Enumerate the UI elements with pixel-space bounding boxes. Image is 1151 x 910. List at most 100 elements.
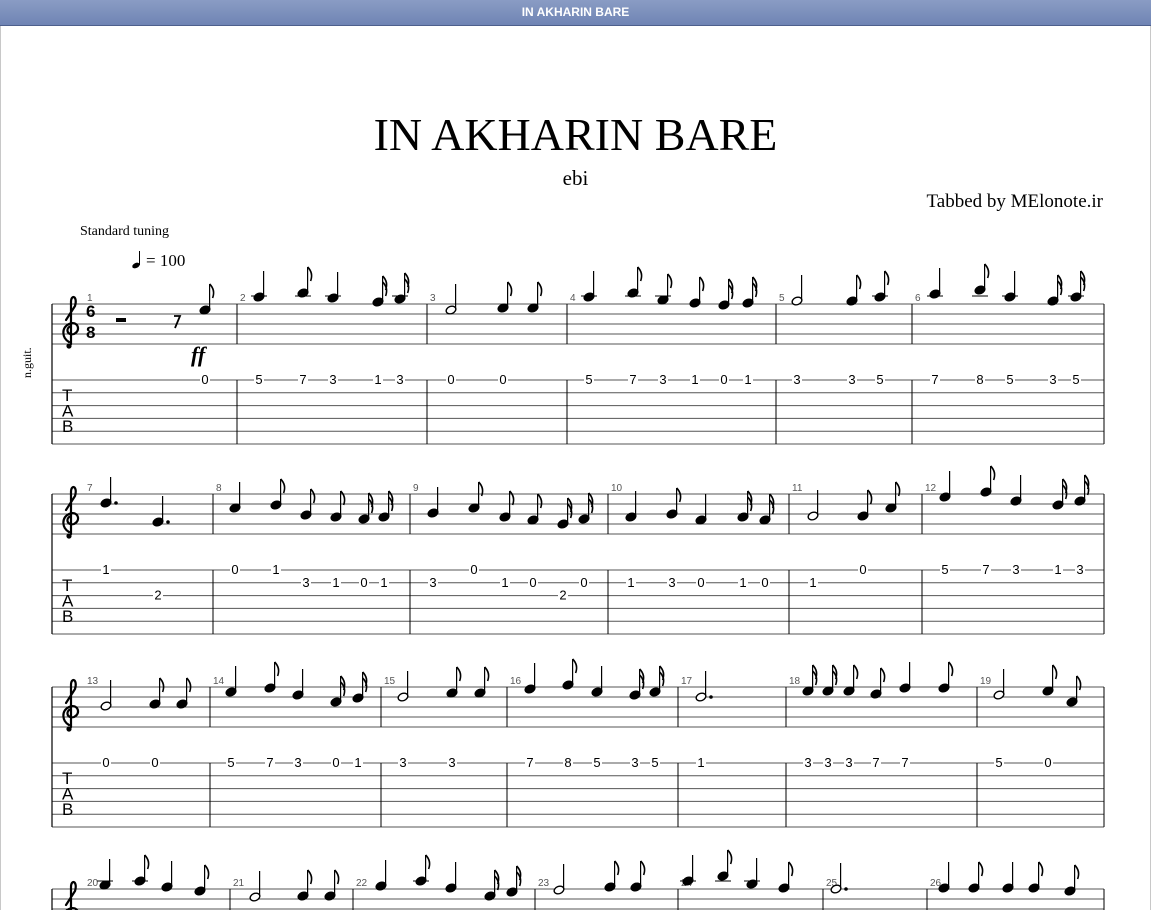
note [972, 263, 990, 297]
note [249, 871, 261, 902]
dynamic-marking: ff [191, 342, 208, 367]
measure-number: 3 [430, 293, 436, 304]
measure-number: 20 [87, 878, 99, 889]
tab-fret-number: 1 [272, 562, 279, 577]
measure-number: 21 [233, 878, 245, 889]
tab-fret-number: 7 [872, 755, 879, 770]
tab-fret-number: 3 [1049, 372, 1056, 387]
tab-fret-number: 1 [332, 575, 339, 590]
note-flag [159, 677, 165, 693]
measure-number: 11 [792, 483, 803, 494]
note [297, 869, 313, 901]
note [846, 274, 862, 306]
tab-fret-number: 3 [793, 372, 800, 387]
note [330, 675, 346, 707]
note [872, 270, 890, 302]
note [229, 482, 241, 513]
tab-fret-number: 0 [201, 372, 208, 387]
tab-fret-number: 8 [564, 755, 571, 770]
note [445, 862, 457, 893]
note [199, 283, 215, 315]
tab-fret-number: 2 [154, 588, 161, 603]
tab-fret-number: 7 [266, 755, 273, 770]
note [807, 490, 819, 521]
tab-fret-number: 1 [102, 562, 109, 577]
note [938, 661, 954, 693]
note [100, 680, 112, 711]
note-flag [209, 283, 215, 299]
note-dot [709, 695, 713, 699]
note [152, 496, 170, 527]
tab-fret-number: 3 [294, 755, 301, 770]
tab-fret-number: 3 [429, 575, 436, 590]
note [885, 481, 901, 513]
note [1002, 862, 1014, 893]
note-flag [204, 864, 210, 880]
note [899, 662, 911, 693]
note [562, 658, 578, 690]
measure-number: 15 [384, 676, 396, 687]
note [1002, 271, 1018, 302]
tab-fret-number: 5 [585, 372, 592, 387]
note-flag [144, 854, 150, 870]
note [358, 492, 374, 524]
note [695, 494, 707, 525]
note [625, 266, 643, 298]
tab-fret-number: 3 [631, 755, 638, 770]
note [352, 671, 368, 703]
note [927, 268, 943, 299]
tab-fret-number: 7 [299, 372, 306, 387]
tab-fret-number: 0 [102, 755, 109, 770]
note [149, 677, 165, 709]
note [527, 493, 543, 525]
note [604, 860, 620, 892]
treble-clef-dot-icon [66, 533, 72, 539]
note [993, 669, 1005, 700]
tab-fret-number: 0 [529, 575, 536, 590]
tab-fret-number: 1 [809, 575, 816, 590]
measure-number: 17 [681, 676, 693, 687]
tab-fret-number: 1 [1054, 562, 1061, 577]
note [715, 849, 733, 882]
tab-fret-number: 3 [845, 755, 852, 770]
note [822, 664, 838, 696]
tab-clef-letter: B [62, 607, 73, 626]
note [446, 666, 462, 698]
measure-number: 6 [915, 293, 921, 304]
note-flag [186, 677, 192, 693]
measure-number: 23 [538, 878, 550, 889]
tab-fret-number: 5 [593, 755, 600, 770]
tab-fret-number: 3 [329, 372, 336, 387]
note-dot [166, 520, 170, 524]
tab-fret-number: 0 [499, 372, 506, 387]
measure-number: 5 [779, 293, 785, 304]
time-signature-top: 6 [86, 302, 95, 321]
note [97, 859, 113, 890]
note [392, 272, 410, 304]
tab-fret-number: 7 [629, 372, 636, 387]
eighth-rest-icon [174, 315, 182, 329]
tab-fret-number: 0 [470, 562, 477, 577]
tab-fret-number: 2 [559, 588, 566, 603]
note-dot [114, 501, 118, 505]
measure-number: 12 [925, 483, 937, 494]
tab-clef-letter: B [62, 800, 73, 819]
note [176, 677, 192, 709]
tab-fret-number: 5 [995, 755, 1002, 770]
tab-fret-number: 5 [1006, 372, 1013, 387]
tab-fret-number: 0 [447, 372, 454, 387]
tab-fret-number: 0 [332, 755, 339, 770]
tab-fret-number: 0 [859, 562, 866, 577]
tab-fret-number: 1 [744, 372, 751, 387]
tab-fret-number: 1 [380, 575, 387, 590]
tab-fret-number: 3 [848, 372, 855, 387]
note [413, 854, 431, 886]
tab-fret-number: 1 [739, 575, 746, 590]
measure-number: 10 [611, 483, 623, 494]
note [427, 487, 439, 518]
tab-fret-number: 3 [1012, 562, 1019, 577]
note [445, 284, 457, 315]
tab-fret-number: 1 [374, 372, 381, 387]
note [499, 490, 515, 522]
note [295, 266, 313, 298]
